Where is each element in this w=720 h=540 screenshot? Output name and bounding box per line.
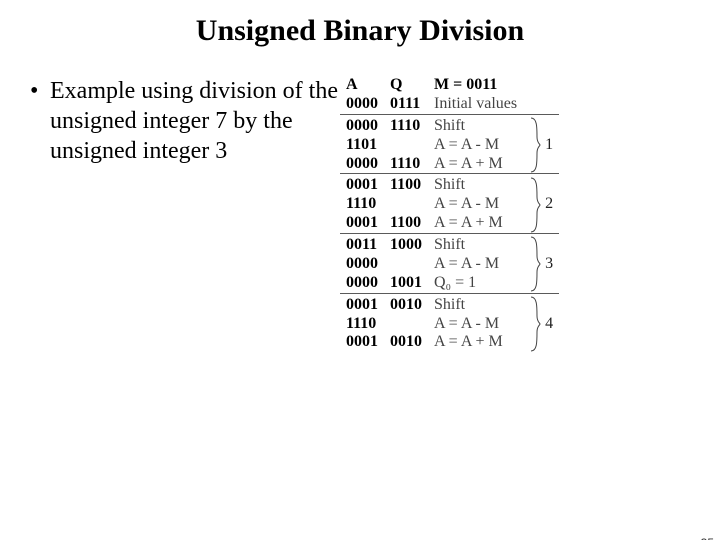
table-row: 0000 0111 Initial values	[340, 95, 559, 114]
cell-Q: 1110	[384, 155, 428, 174]
hdr-A: A	[340, 76, 384, 95]
cell-A: 0001	[340, 296, 384, 315]
table-row: 0011 1000 Shift 3	[340, 236, 559, 255]
cell-op: Shift	[428, 117, 523, 136]
step-number: 2	[543, 176, 559, 233]
cell-A: 0001	[340, 333, 384, 352]
cell-Q: 1000	[384, 236, 428, 255]
step-number: 3	[543, 236, 559, 293]
page-title: Unsigned Binary Division	[0, 14, 720, 48]
cell-op: Shift	[428, 296, 523, 315]
brace-icon	[523, 176, 543, 233]
cell-op: A = A - M	[428, 195, 523, 214]
page-number: 35	[701, 536, 714, 540]
hdr-Q: Q	[384, 76, 428, 95]
table-header: A Q M = 0011	[340, 76, 559, 95]
cell-Q	[384, 195, 428, 214]
cell-Q: 0010	[384, 333, 428, 352]
cell-Q	[384, 315, 428, 334]
cell-op: A = A - M	[428, 255, 523, 274]
bullet-text: Example using division of the unsigned i…	[50, 76, 340, 166]
brace-icon	[523, 117, 543, 174]
cell-op: A = A + M	[428, 155, 523, 174]
bullet-list: • Example using division of the unsigned…	[0, 76, 340, 352]
cell-op: Q₀ = 1	[428, 274, 523, 293]
step-number: 4	[543, 296, 559, 353]
cell-Q: 1100	[384, 176, 428, 195]
cell-Q: 1001	[384, 274, 428, 293]
table-row: 0001 1100 Shift 2	[340, 176, 559, 195]
cell-A: 0001	[340, 214, 384, 233]
cell-Q: 1100	[384, 214, 428, 233]
brace-icon	[523, 296, 543, 353]
cell-Q	[384, 255, 428, 274]
content-row: • Example using division of the unsigned…	[0, 76, 720, 352]
cell-op: Shift	[428, 176, 523, 195]
cell-A: 0000	[340, 95, 384, 114]
table-row: 0000 1110 Shift 1	[340, 117, 559, 136]
cell-op: A = A - M	[428, 315, 523, 334]
hdr-M: M = 0011	[428, 76, 523, 95]
cell-Q: 0010	[384, 296, 428, 315]
cell-Q	[384, 136, 428, 155]
cell-op: A = A + M	[428, 333, 523, 352]
step-number: 1	[543, 117, 559, 174]
cell-A: 0011	[340, 236, 384, 255]
cell-A: 0000	[340, 274, 384, 293]
cell-op: A = A + M	[428, 214, 523, 233]
cell-Q: 0111	[384, 95, 428, 114]
cell-op: Initial values	[428, 95, 523, 114]
cell-A: 0000	[340, 155, 384, 174]
cell-op: Shift	[428, 236, 523, 255]
list-item: • Example using division of the unsigned…	[30, 76, 340, 166]
cell-A: 1110	[340, 315, 384, 334]
cell-A: 1101	[340, 136, 384, 155]
brace-icon	[523, 236, 543, 293]
bullet-icon: •	[30, 76, 50, 166]
table-row: 0001 0010 Shift 4	[340, 296, 559, 315]
cell-op: A = A - M	[428, 136, 523, 155]
cell-A: 0000	[340, 255, 384, 274]
cell-A: 0001	[340, 176, 384, 195]
cell-A: 1110	[340, 195, 384, 214]
cell-A: 0000	[340, 117, 384, 136]
division-table: A Q M = 0011 0000 0111 Initial values 00…	[340, 76, 720, 352]
cell-Q: 1110	[384, 117, 428, 136]
